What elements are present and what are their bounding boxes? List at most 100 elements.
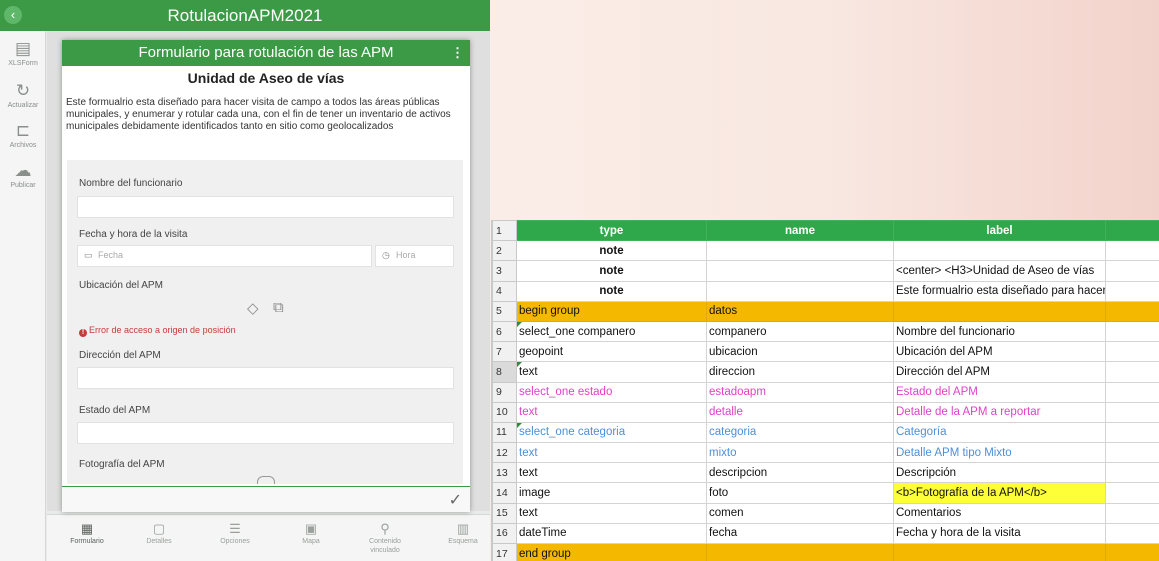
cell-label[interactable] (893, 300, 1106, 322)
cell-empty[interactable] (1105, 260, 1159, 282)
cell-type[interactable]: text (516, 361, 707, 383)
cell-type[interactable]: image (516, 482, 707, 504)
cell-name[interactable]: comen (706, 502, 894, 524)
cell-empty[interactable] (1105, 401, 1159, 423)
row-number[interactable]: 10 (492, 401, 517, 423)
sidebar-item-actualizar[interactable]: ↻ Actualizar (0, 81, 46, 110)
cell-type[interactable]: type (516, 220, 707, 242)
cell-type[interactable]: text (516, 502, 707, 524)
cell-label[interactable]: label (893, 220, 1106, 242)
row-number[interactable]: 13 (492, 462, 517, 484)
row-number[interactable]: 16 (492, 522, 517, 545)
cell-type[interactable]: end group (516, 542, 707, 561)
cell-type[interactable]: note (516, 280, 707, 302)
cell-name[interactable]: detalle (706, 401, 894, 423)
cell-label[interactable]: Ubicación del APM (893, 341, 1106, 363)
direccion-input[interactable] (77, 367, 454, 389)
time-input[interactable]: ◷ Hora (375, 245, 454, 267)
row-number[interactable]: 2 (492, 240, 517, 262)
cell-label[interactable]: <center> <H3>Unidad de Aseo de vías (893, 260, 1106, 282)
cell-label[interactable]: Este formualrio esta diseñado para hacer (893, 280, 1106, 302)
cell-name[interactable]: descripcion (706, 462, 894, 484)
sidebar-item-publicar[interactable]: ☁ Publicar (0, 161, 46, 190)
tab-formulario[interactable]: ▦ Formulario (57, 521, 117, 546)
cell-empty[interactable] (1105, 542, 1159, 561)
cell-type[interactable]: text (516, 401, 707, 423)
cell-name[interactable]: datos (706, 300, 894, 322)
cell-label[interactable]: Nombre del funcionario (893, 320, 1106, 343)
cell-label[interactable] (893, 240, 1106, 262)
cell-label[interactable]: Detalle de la APM a reportar (893, 401, 1106, 423)
cell-name[interactable] (706, 260, 894, 282)
row-number[interactable]: 7 (492, 341, 517, 363)
location-target-icon[interactable]: ◇ (247, 299, 259, 317)
row-number[interactable]: 4 (492, 280, 517, 302)
cell-label[interactable]: Estado del APM (893, 381, 1106, 403)
cell-label[interactable]: Categoría (893, 421, 1106, 444)
cell-type[interactable]: select_one companero (516, 320, 707, 343)
row-number[interactable]: 17 (492, 542, 517, 561)
cell-type[interactable]: dateTime (516, 522, 707, 545)
cell-name[interactable] (706, 240, 894, 262)
cell-empty[interactable] (1105, 522, 1159, 545)
row-number[interactable]: 5 (492, 300, 517, 322)
cell-name[interactable]: estadoapm (706, 381, 894, 403)
row-number[interactable]: 14 (492, 482, 517, 504)
row-number[interactable]: 6 (492, 320, 517, 343)
tab-contenido-vinculado[interactable]: ⚲ Contenido vinculado (355, 521, 415, 555)
cell-type[interactable]: select_one estado (516, 381, 707, 403)
submit-check-icon[interactable]: ✓ (449, 490, 462, 510)
cell-empty[interactable] (1105, 341, 1159, 363)
cell-name[interactable] (706, 280, 894, 302)
cell-label[interactable]: Dirección del APM (893, 361, 1106, 383)
cell-empty[interactable] (1105, 482, 1159, 504)
tab-detalles[interactable]: ▢ Detalles (129, 521, 189, 546)
row-number[interactable]: 12 (492, 442, 517, 464)
cell-name[interactable]: fecha (706, 522, 894, 545)
funcionario-select[interactable] (77, 196, 454, 218)
cell-name[interactable]: companero (706, 320, 894, 343)
cell-name[interactable] (706, 542, 894, 561)
cell-empty[interactable] (1105, 361, 1159, 383)
cell-label[interactable]: Descripción (893, 462, 1106, 484)
cell-empty[interactable] (1105, 502, 1159, 524)
cell-name[interactable]: direccion (706, 361, 894, 383)
cell-empty[interactable] (1105, 462, 1159, 484)
cell-type[interactable]: note (516, 240, 707, 262)
cell-name[interactable]: name (706, 220, 894, 242)
cell-empty[interactable] (1105, 220, 1159, 242)
cell-name[interactable]: ubicacion (706, 341, 894, 363)
cell-empty[interactable] (1105, 442, 1159, 464)
cell-empty[interactable] (1105, 300, 1159, 322)
cell-label[interactable]: Fecha y hora de la visita (893, 522, 1106, 545)
tab-esquema[interactable]: ▥ Esquema (433, 521, 490, 546)
camera-icon[interactable] (257, 476, 275, 484)
cell-empty[interactable] (1105, 421, 1159, 444)
cell-type[interactable]: begin group (516, 300, 707, 322)
cell-type[interactable]: select_one categoria (516, 421, 707, 444)
cell-label[interactable]: <b>Fotografía de la APM</b> (893, 482, 1106, 504)
row-number[interactable]: 11 (492, 421, 517, 444)
row-number[interactable]: 1 (492, 220, 517, 242)
sidebar-item-xlsform[interactable]: ▤ XLSForm (0, 39, 46, 68)
more-options-icon[interactable]: ⋮ (451, 40, 464, 66)
cell-type[interactable]: text (516, 442, 707, 464)
cell-name[interactable]: categoria (706, 421, 894, 444)
row-number[interactable]: 9 (492, 381, 517, 403)
cell-label[interactable] (893, 542, 1106, 561)
cell-type[interactable]: text (516, 462, 707, 484)
cell-type[interactable]: geopoint (516, 341, 707, 363)
row-number[interactable]: 3 (492, 260, 517, 282)
cell-name[interactable]: mixto (706, 442, 894, 464)
row-number[interactable]: 8 (492, 361, 517, 383)
estado-select[interactable] (77, 422, 454, 444)
date-input[interactable]: ▭ Fecha (77, 245, 372, 267)
cell-name[interactable]: foto (706, 482, 894, 504)
tab-opciones[interactable]: ☰ Opciones (205, 521, 265, 546)
cell-empty[interactable] (1105, 320, 1159, 343)
cell-empty[interactable] (1105, 240, 1159, 262)
cell-type[interactable]: note (516, 260, 707, 282)
cell-label[interactable]: Comentarios (893, 502, 1106, 524)
map-edit-icon[interactable]: ⧉ (273, 299, 284, 316)
cell-label[interactable]: Detalle APM tipo Mixto (893, 442, 1106, 464)
